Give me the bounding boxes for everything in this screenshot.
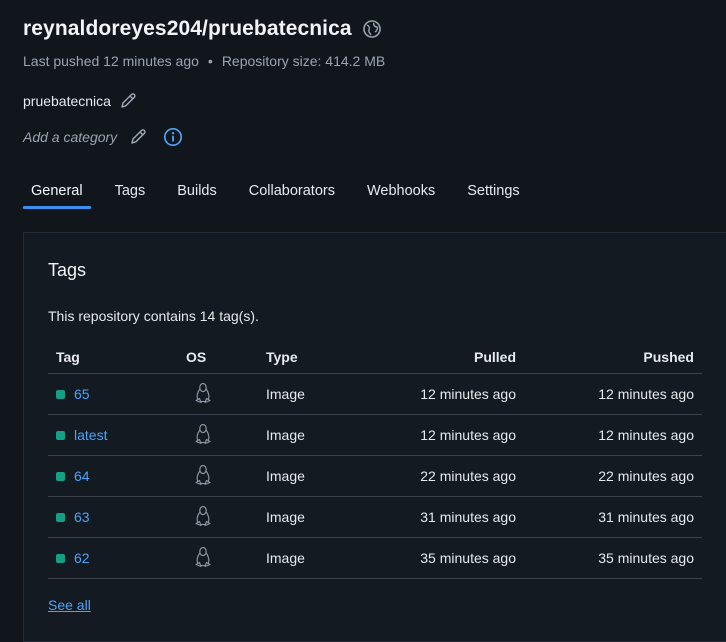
tag-status-dot	[56, 389, 65, 399]
pushed-cell: 12 minutes ago	[516, 373, 702, 415]
repo-size: Repository size: 414.2 MB	[221, 53, 386, 69]
tag-status-dot	[56, 471, 65, 481]
repo-header: reynaldoreyes204/pruebatecnica Last push…	[23, 14, 716, 69]
info-icon[interactable]	[162, 126, 184, 148]
type-cell: Image	[266, 455, 346, 497]
tag-status-dot	[56, 512, 65, 522]
pulled-cell: 22 minutes ago	[346, 455, 516, 497]
add-category-placeholder[interactable]: Add a category	[23, 129, 117, 145]
tag-link[interactable]: latest	[74, 427, 107, 443]
repo-category-row: Add a category	[23, 126, 184, 148]
tag-link[interactable]: 63	[74, 509, 90, 525]
pushed-cell: 12 minutes ago	[516, 414, 702, 456]
pulled-cell: 12 minutes ago	[346, 414, 516, 456]
last-pushed: Last pushed 12 minutes ago	[23, 53, 199, 69]
table-row: latest Image 12 minutes ago 12 minutes a…	[48, 414, 702, 456]
tag-status-dot	[56, 430, 65, 440]
tab-webhooks[interactable]: Webhooks	[359, 176, 443, 209]
tab-builds[interactable]: Builds	[169, 176, 225, 209]
repo-description: pruebatecnica	[23, 93, 111, 109]
type-cell: Image	[266, 537, 346, 579]
edit-category-pencil-icon[interactable]	[127, 126, 149, 148]
meta-separator: •	[207, 53, 213, 69]
column-header-pulled: Pulled	[346, 340, 516, 374]
linux-icon	[193, 505, 213, 527]
tag-link[interactable]: 62	[74, 550, 90, 566]
tags-panel-title: Tags	[48, 260, 87, 280]
column-header-type: Type	[266, 340, 346, 374]
type-cell: Image	[266, 373, 346, 415]
repo-meta: Last pushed 12 minutes ago • Repository …	[23, 53, 716, 69]
tab-collaborators[interactable]: Collaborators	[241, 176, 343, 209]
table-row: 64 Image 22 minutes ago 22 minutes ago	[48, 455, 702, 497]
table-row: 63 Image 31 minutes ago 31 minutes ago	[48, 496, 702, 538]
edit-description-pencil-icon[interactable]	[117, 90, 139, 112]
linux-icon	[193, 464, 213, 486]
repo-description-row: pruebatecnica	[23, 90, 139, 112]
pulled-cell: 12 minutes ago	[346, 373, 516, 415]
tab-settings[interactable]: Settings	[459, 176, 527, 209]
linux-icon	[193, 382, 213, 404]
tags-summary: This repository contains 14 tag(s).	[48, 308, 259, 324]
tab-general[interactable]: General	[23, 176, 91, 209]
column-header-tag: Tag	[48, 340, 186, 374]
pulled-cell: 31 minutes ago	[346, 496, 516, 538]
repo-title: reynaldoreyes204/pruebatecnica	[23, 17, 352, 40]
pushed-cell: 35 minutes ago	[516, 537, 702, 579]
tag-link[interactable]: 64	[74, 468, 90, 484]
linux-icon	[193, 546, 213, 568]
table-row: 65 Image 12 minutes ago 12 minutes ago	[48, 373, 702, 415]
table-row: 62 Image 35 minutes ago 35 minutes ago	[48, 537, 702, 579]
pushed-cell: 31 minutes ago	[516, 496, 702, 538]
globe-icon	[362, 19, 382, 39]
tag-link[interactable]: 65	[74, 386, 90, 402]
type-cell: Image	[266, 414, 346, 456]
tag-status-dot	[56, 553, 65, 563]
type-cell: Image	[266, 496, 346, 538]
pulled-cell: 35 minutes ago	[346, 537, 516, 579]
column-header-os: OS	[186, 340, 266, 374]
tags-table: Tag OS Type Pulled Pushed 65 Image 12 mi…	[48, 340, 702, 579]
see-all-link[interactable]: See all	[48, 597, 91, 613]
column-header-pushed: Pushed	[516, 340, 702, 374]
pushed-cell: 22 minutes ago	[516, 455, 702, 497]
tab-tags[interactable]: Tags	[107, 176, 154, 209]
linux-icon	[193, 423, 213, 445]
table-header-row: Tag OS Type Pulled Pushed	[48, 340, 702, 374]
tags-panel: Tags This repository contains 14 tag(s).…	[23, 232, 726, 642]
repo-tabs: General Tags Builds Collaborators Webhoo…	[23, 176, 544, 209]
